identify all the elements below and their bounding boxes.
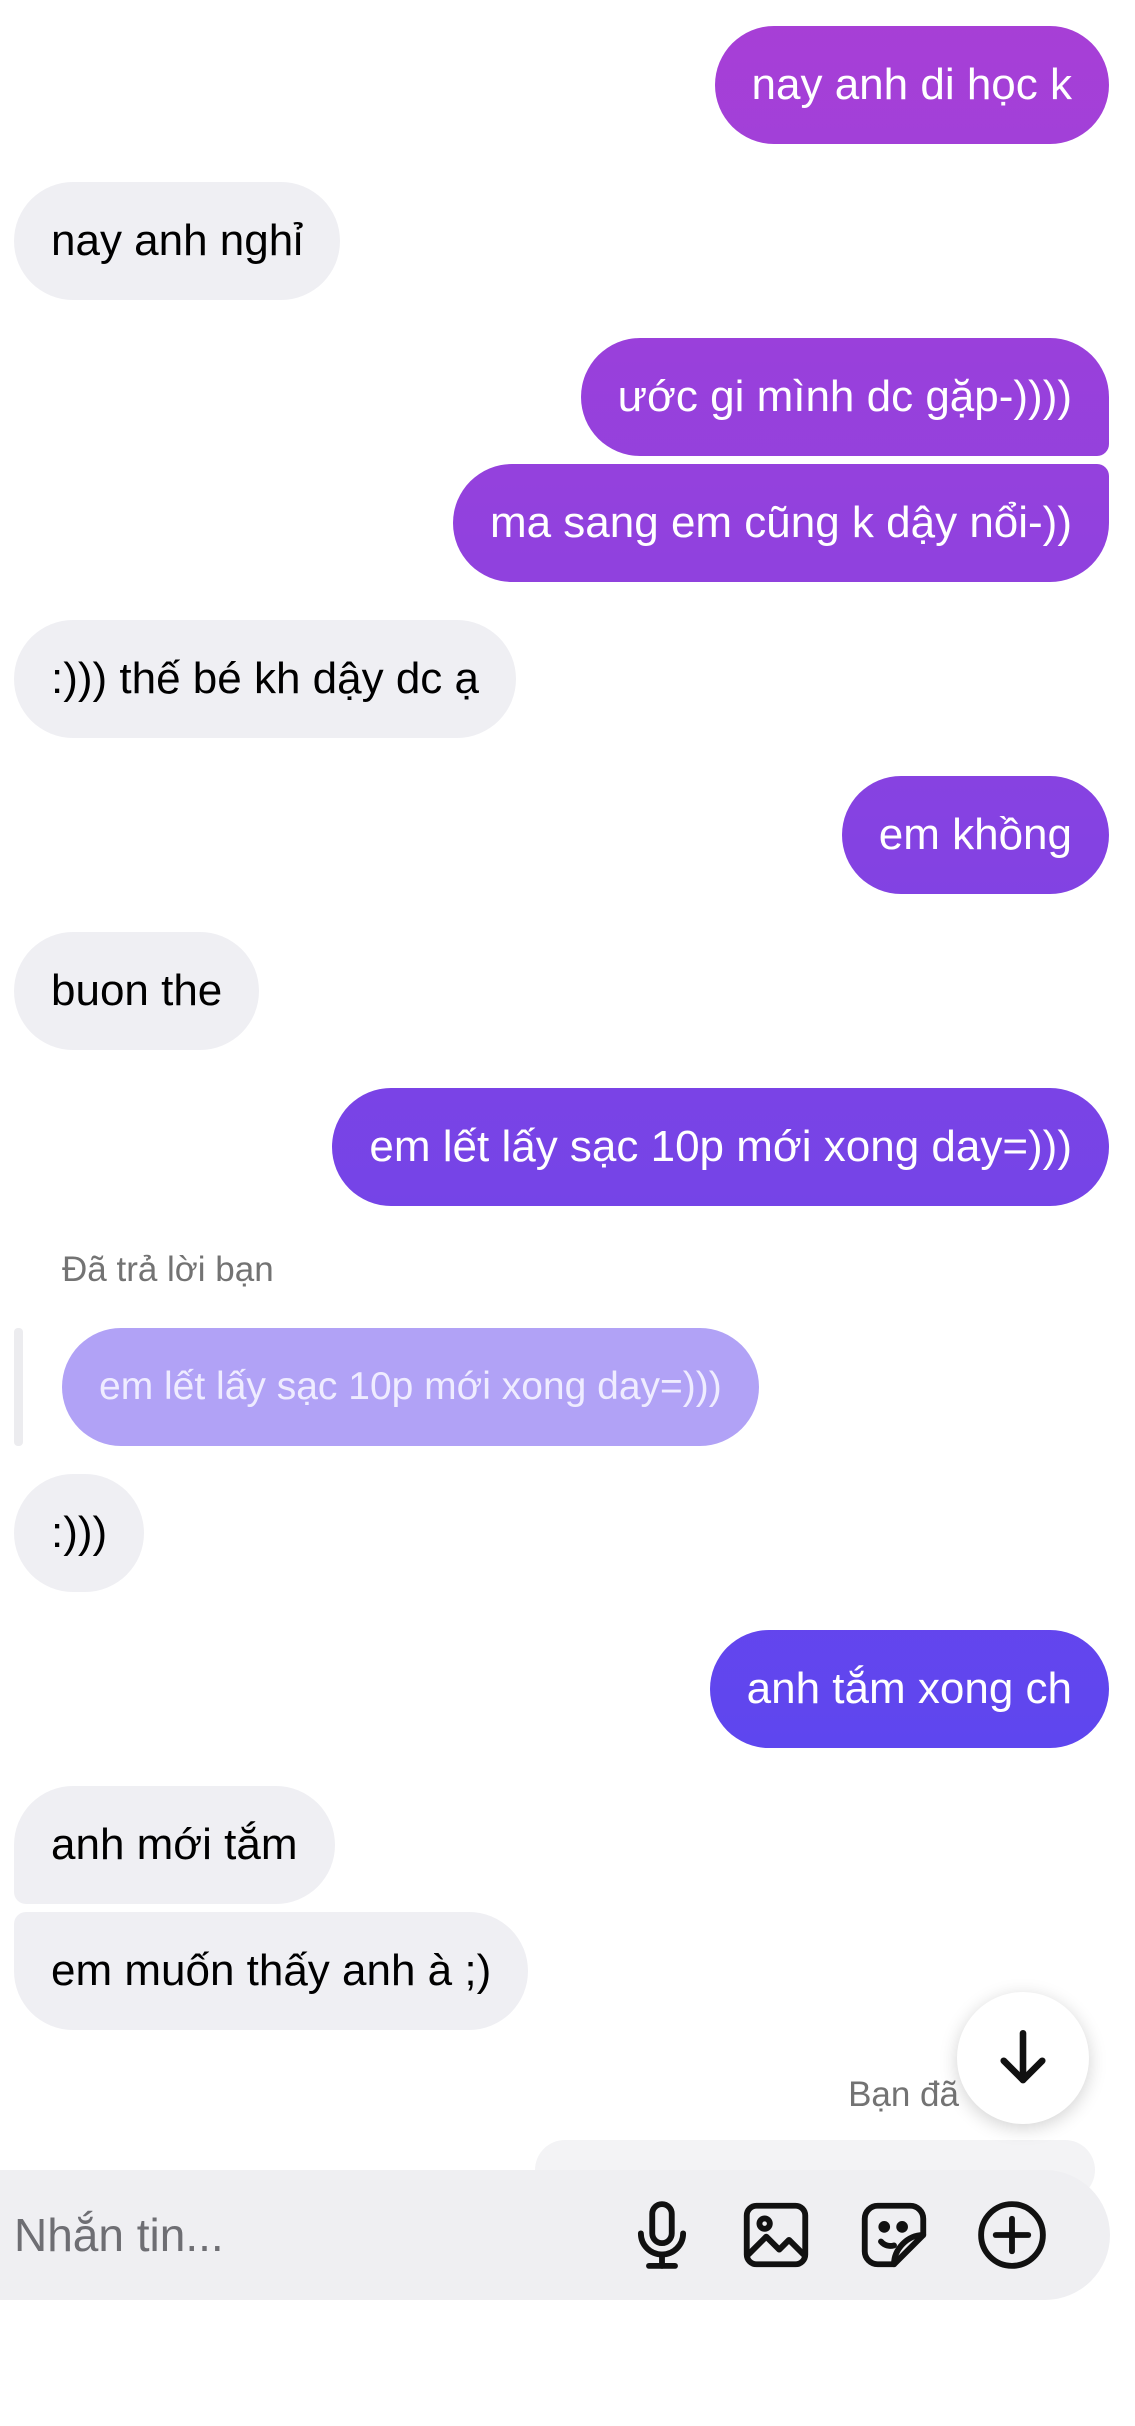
- reply-label: Đã trả lời bạn: [62, 1250, 274, 1289]
- plus-circle-icon: [978, 2201, 1046, 2269]
- message-bubble-outgoing[interactable]: em khồng: [841, 776, 1109, 894]
- microphone-button[interactable]: [620, 2193, 704, 2277]
- microphone-icon: [637, 2201, 687, 2269]
- message-bubble-outgoing[interactable]: nay anh di học k: [714, 26, 1109, 144]
- message-bubble-outgoing[interactable]: ước gi mình dc gặp-)))): [580, 338, 1109, 456]
- message-bubble-outgoing[interactable]: em lết lấy sạc 10p mới xong day=))): [332, 1088, 1109, 1206]
- message-composer: [0, 2170, 1110, 2300]
- arrow-down-icon: [1000, 2029, 1046, 2084]
- sticker-icon: [861, 2202, 927, 2268]
- sticker-button[interactable]: [852, 2193, 936, 2277]
- scroll-to-bottom-button[interactable]: [957, 1992, 1089, 2124]
- message-bubble-incoming[interactable]: nay anh nghỉ: [14, 182, 340, 300]
- message-bubble-incoming[interactable]: :))) thế bé kh dậy dc ạ: [14, 620, 516, 738]
- message-bubble-incoming[interactable]: em muốn thấy anh à ;): [14, 1912, 529, 2030]
- message-bubble-outgoing[interactable]: ma sang em cũng k dậy nổi-)): [452, 464, 1109, 582]
- more-options-button[interactable]: [970, 2193, 1054, 2277]
- reply-quoted-message[interactable]: em lết lấy sạc 10p mới xong day=))): [62, 1328, 759, 1446]
- message-input[interactable]: [14, 2170, 594, 2300]
- image-icon: [743, 2202, 809, 2268]
- reply-indicator-bar: [14, 1328, 23, 1446]
- message-bubble-outgoing[interactable]: anh tắm xong ch: [709, 1630, 1109, 1748]
- message-bubble-incoming[interactable]: buon the: [14, 932, 260, 1050]
- message-bubble-incoming[interactable]: :))): [14, 1474, 145, 1592]
- message-bubble-incoming[interactable]: anh mới tắm: [14, 1786, 335, 1904]
- image-button[interactable]: [734, 2193, 818, 2277]
- seen-status-text: Bạn đã: [848, 2075, 959, 2114]
